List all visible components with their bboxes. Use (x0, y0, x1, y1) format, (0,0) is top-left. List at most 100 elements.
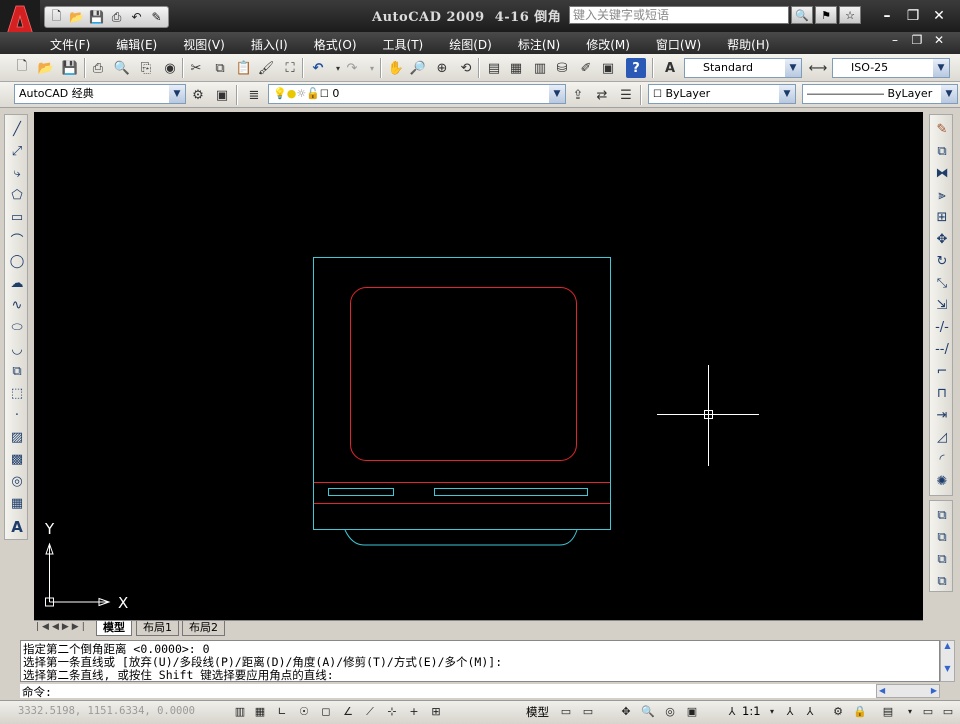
model-space-label[interactable]: 模型 (526, 704, 549, 720)
sheet-set-icon[interactable]: ⛁ (552, 58, 572, 78)
text-style-icon[interactable]: A (660, 58, 680, 78)
plot-preview-icon[interactable]: 🔍 (112, 58, 132, 78)
ellipse-icon[interactable]: ⬭ (7, 317, 27, 337)
block-editor-icon[interactable]: ⛶ (280, 58, 300, 78)
scroll-down-icon[interactable]: ▼ (941, 664, 954, 673)
trim-icon[interactable]: -/- (932, 317, 952, 337)
zoom-realtime-icon[interactable]: 🔎 (408, 58, 428, 78)
send-under-icon[interactable]: ⧉ (932, 571, 952, 591)
layer-previous-icon[interactable]: ⇄ (592, 85, 612, 105)
chevron-down-icon[interactable]: ▼ (169, 85, 185, 103)
new-file-icon[interactable]: 🗋 (48, 9, 65, 26)
paper-icon[interactable]: ▭ (578, 702, 598, 721)
steering-wheel-icon[interactable]: ◎ (660, 702, 680, 721)
close-icon[interactable]: ✕ (928, 6, 950, 26)
print-icon[interactable]: ⎙ (108, 9, 125, 26)
command-horizontal-scrollbar[interactable]: ◀ ▶ (876, 684, 940, 698)
ortho-mode-icon[interactable]: ∟ (272, 702, 292, 721)
layer-select[interactable]: 💡●☼🔓☐ 0 ▼ (268, 84, 566, 104)
paste-icon[interactable]: 📋 (234, 58, 254, 78)
tool-palettes-icon[interactable]: ▥ (530, 58, 550, 78)
open-icon[interactable]: 📂 (36, 58, 56, 78)
tab-nav-arrows-icon[interactable]: |◀◀▶▶| (36, 622, 88, 632)
revision-cloud-icon[interactable]: ☁ (7, 273, 27, 293)
fillet-icon[interactable]: ◜ (932, 449, 952, 469)
quickcalc-icon[interactable]: ▣ (598, 58, 618, 78)
clean-screen-toggle-icon[interactable]: ▭ (938, 702, 958, 721)
chevron-down-icon[interactable]: ▾ (762, 702, 782, 721)
scroll-up-icon[interactable]: ▲ (941, 641, 954, 650)
drawing-canvas[interactable]: Y X (34, 112, 923, 620)
lineweight-icon[interactable]: + (404, 702, 424, 721)
menu-dimension[interactable]: 标注(N) (518, 33, 560, 56)
layout-icon[interactable]: ▭ (556, 702, 576, 721)
save-icon[interactable]: 💾 (60, 58, 80, 78)
spline-icon[interactable]: ∿ (7, 295, 27, 315)
chevron-down-icon[interactable]: ▼ (933, 59, 949, 77)
annotation-scale-value[interactable]: 1:1 (742, 704, 761, 718)
chevron-down-icon[interactable]: ▼ (549, 85, 565, 103)
status-tray-icon[interactable]: ▤ (878, 702, 898, 721)
menu-insert[interactable]: 插入(I) (251, 33, 288, 56)
plot-icon[interactable]: ⎙ (88, 58, 108, 78)
offset-icon[interactable]: ⫸ (932, 185, 952, 205)
undo-icon[interactable]: ↶ (128, 9, 145, 26)
redo-dropdown-icon[interactable]: ▾ (362, 58, 382, 78)
help-icon[interactable]: ? (626, 58, 646, 78)
multiline-text-icon[interactable]: A (7, 517, 27, 537)
showmotion-icon[interactable]: ▣ (682, 702, 702, 721)
workspace-switching-gear-icon[interactable]: ⚙ (828, 702, 848, 721)
clean-screen-icon[interactable]: ▭ (918, 702, 938, 721)
menu-file[interactable]: 文件(F) (50, 33, 90, 56)
extend-icon[interactable]: --/ (932, 339, 952, 359)
table-icon[interactable]: ▦ (7, 493, 27, 513)
menu-view[interactable]: 视图(V) (183, 33, 225, 56)
grid-display-icon[interactable]: ▦ (250, 702, 270, 721)
rectangle-icon[interactable]: ▭ (7, 207, 27, 227)
scroll-right-icon[interactable]: ▶ (931, 686, 937, 695)
zoom-previous-icon[interactable]: ⟲ (456, 58, 476, 78)
break-icon[interactable]: ⊓ (932, 383, 952, 403)
construction-line-icon[interactable]: ⤢ (7, 141, 27, 161)
menu-format[interactable]: 格式(O) (314, 33, 357, 56)
object-snap-icon[interactable]: ◻ (316, 702, 336, 721)
redo-icon[interactable]: ↷ (342, 58, 362, 78)
open-file-icon[interactable]: 📂 (68, 9, 85, 26)
doc-restore-icon[interactable]: ❐ (910, 33, 924, 47)
workspace-toggle-icon[interactable]: ▣ (212, 85, 232, 105)
chevron-down-icon[interactable]: ▾ (900, 702, 920, 721)
doc-minimize-icon[interactable]: – (888, 33, 902, 47)
save-icon[interactable]: 💾 (88, 9, 105, 26)
copy-object-icon[interactable]: ⧉ (932, 141, 952, 161)
join-icon[interactable]: ⇥ (932, 405, 952, 425)
insert-block-icon[interactable]: ⧉ (7, 361, 27, 381)
region-icon[interactable]: ◎ (7, 471, 27, 491)
mirror-icon[interactable]: ⧓ (932, 163, 952, 183)
command-input[interactable]: 命令: (20, 684, 876, 699)
dim-style-select[interactable]: ISO-25 ▼ (832, 58, 950, 78)
design-center-icon[interactable]: ▦ (506, 58, 526, 78)
gradient-icon[interactable]: ▩ (7, 449, 27, 469)
quick-properties-icon[interactable]: ⊞ (426, 702, 446, 721)
zoom-window-icon[interactable]: ⊕ (432, 58, 452, 78)
scale-icon[interactable]: ⤡ (932, 273, 952, 293)
polar-tracking-icon[interactable]: ☉ (294, 702, 314, 721)
menu-draw[interactable]: 绘图(D) (449, 33, 492, 56)
workspace-select[interactable]: AutoCAD 经典 ▼ (14, 84, 186, 104)
publish-icon[interactable]: ⎘ (136, 58, 156, 78)
restore-icon[interactable]: ❐ (902, 6, 924, 26)
chamfer-icon[interactable]: ◿ (932, 427, 952, 447)
3d-dwf-icon[interactable]: ◉ (160, 58, 180, 78)
hatch-icon[interactable]: ▨ (7, 427, 27, 447)
circle-icon[interactable]: ◯ (7, 251, 27, 271)
layer-states-icon[interactable]: ☰ (616, 85, 636, 105)
annotation-visibility-icon[interactable]: ⅄ (780, 702, 800, 721)
layer-properties-icon[interactable]: ≣ (244, 85, 264, 105)
search-input[interactable]: 键入关键字或短语 (569, 6, 789, 24)
properties-icon[interactable]: ▤ (484, 58, 504, 78)
plot-icon[interactable]: ✎ (148, 9, 165, 26)
scroll-left-icon[interactable]: ◀ (879, 686, 885, 695)
pan-icon[interactable]: ✋ (386, 58, 406, 78)
markup-icon[interactable]: ✐ (576, 58, 596, 78)
zoom-status-icon[interactable]: 🔍 (638, 702, 658, 721)
